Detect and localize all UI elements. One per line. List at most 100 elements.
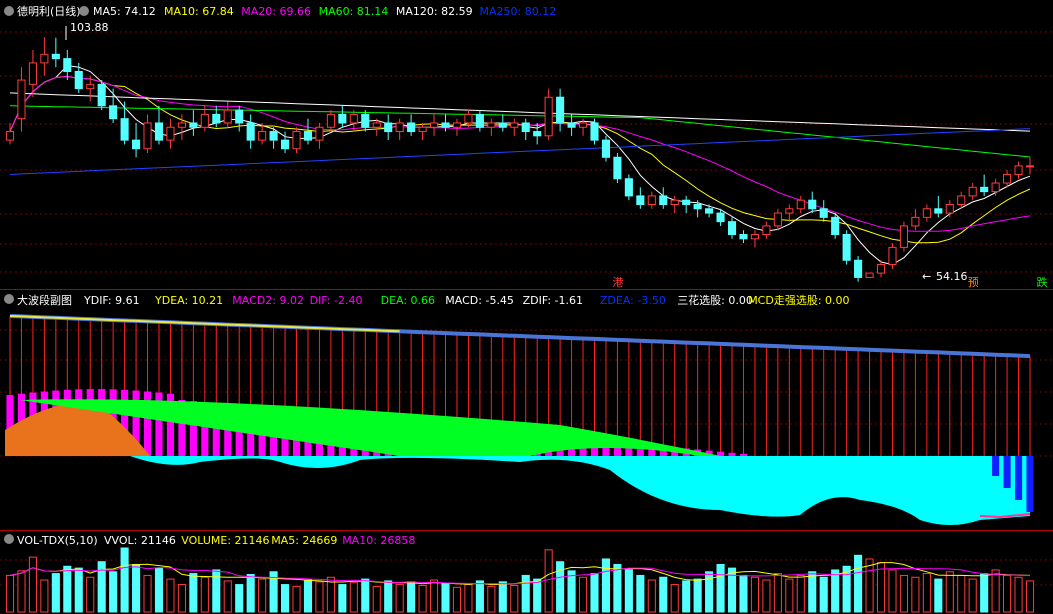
candle-body bbox=[223, 109, 232, 124]
candle-body bbox=[854, 259, 863, 278]
candle-body bbox=[533, 131, 542, 137]
candle-body bbox=[63, 58, 72, 72]
volume-bar bbox=[796, 574, 805, 613]
volume-bar bbox=[750, 576, 759, 613]
candle-body bbox=[372, 122, 381, 128]
candle-body bbox=[980, 186, 989, 193]
candle-body bbox=[212, 113, 221, 124]
candle-body bbox=[235, 109, 244, 124]
volume-bar bbox=[567, 570, 576, 613]
legend-item: VOLUME: 21146 bbox=[181, 534, 269, 547]
candle-body bbox=[670, 199, 679, 205]
candle-body bbox=[5, 131, 15, 141]
volume-bar bbox=[819, 576, 828, 613]
macd-positive-bar bbox=[739, 453, 748, 456]
volume-bar bbox=[578, 576, 588, 613]
candle-body bbox=[762, 225, 771, 236]
stock-chart[interactable]: 德明利(日线) MA5: 74.12 MA10: 67.84 MA20: 69.66… bbox=[0, 0, 1053, 614]
volume-bar bbox=[980, 573, 989, 613]
stock-title: 德明利(日线) bbox=[17, 4, 81, 18]
indicator-panel-header: 大波段副图 YDIF: 9.61 YDEA: 10.21 MACD2: 9.02 DI… bbox=[4, 293, 850, 307]
volume-bar bbox=[40, 579, 49, 613]
legend-item: VVOL: 21146 bbox=[104, 534, 176, 547]
volume-bar bbox=[86, 576, 95, 613]
legend-item: DEA: 0.66 bbox=[381, 294, 435, 307]
candle-body bbox=[326, 113, 335, 128]
volume-bar bbox=[303, 579, 313, 613]
volume-bar bbox=[659, 576, 668, 613]
panel-divider bbox=[0, 530, 1053, 531]
legend-item: YDIF: 9.61 bbox=[83, 294, 140, 307]
volume-bar bbox=[613, 563, 622, 613]
candle-body bbox=[303, 131, 313, 141]
macd-positive-bar bbox=[728, 452, 736, 456]
volume-bar bbox=[17, 570, 26, 613]
volume-bar bbox=[773, 573, 782, 613]
legend-item: YDEA: 10.21 bbox=[154, 294, 223, 307]
candle-body bbox=[441, 122, 450, 128]
volume-bar bbox=[338, 584, 347, 613]
volume-legend: VVOL: 21146 VOLUME: 21146 MA5: 24669 MA10: … bbox=[104, 534, 415, 547]
candle-body bbox=[1025, 165, 1035, 168]
volume-panel-header: VOL-TDX(5,10) VVOL: 21146 VOLUME: 21146 MA… bbox=[4, 534, 415, 547]
legend-item: MACD2: 9.02 bbox=[232, 294, 304, 307]
volume-bar bbox=[716, 563, 725, 613]
volume-bar bbox=[109, 571, 118, 613]
candle-body bbox=[647, 195, 656, 205]
candle-body bbox=[258, 131, 267, 141]
volume-bar bbox=[831, 569, 840, 613]
volume-bar bbox=[762, 579, 771, 613]
candle-body bbox=[498, 122, 507, 128]
candle-body bbox=[636, 195, 645, 205]
volume-bar bbox=[143, 574, 152, 613]
candle-body bbox=[384, 122, 393, 133]
candle-body bbox=[109, 105, 118, 120]
volume-bar bbox=[682, 580, 691, 613]
volume-bar bbox=[624, 569, 633, 613]
candle-body bbox=[968, 186, 977, 197]
volume-bar bbox=[177, 584, 186, 613]
candle-body bbox=[556, 96, 565, 124]
candle-body bbox=[154, 122, 164, 141]
volume-bar bbox=[865, 558, 874, 613]
candle-body bbox=[601, 139, 611, 158]
candle-body bbox=[349, 113, 358, 124]
candle-body bbox=[17, 79, 26, 120]
volume-bar bbox=[212, 569, 221, 613]
volume-bar bbox=[407, 581, 416, 613]
candle-body bbox=[132, 139, 141, 150]
volume-bar bbox=[1025, 580, 1035, 613]
volume-bar bbox=[739, 574, 748, 613]
volume-bar bbox=[544, 549, 553, 613]
volume-bar bbox=[693, 578, 702, 613]
panel-divider bbox=[0, 289, 1053, 290]
candle-body bbox=[705, 208, 714, 214]
legend-item: MA5: 24669 bbox=[271, 534, 337, 547]
macd-negative-bar bbox=[1026, 456, 1034, 512]
volume-bar bbox=[452, 586, 462, 613]
volume-bar bbox=[349, 582, 358, 613]
candle-body bbox=[429, 122, 439, 128]
panel-menu-icon[interactable] bbox=[4, 6, 14, 16]
volume-bar bbox=[120, 547, 129, 613]
volume-bar bbox=[258, 578, 267, 613]
legend-item: MA5: 74.12 bbox=[93, 5, 156, 18]
candle-body bbox=[957, 195, 966, 205]
candle-body bbox=[578, 122, 588, 128]
panel-menu-icon[interactable] bbox=[4, 534, 14, 544]
volume-bar bbox=[590, 573, 599, 613]
candle-body bbox=[315, 126, 324, 141]
legend-item: MA10: 26858 bbox=[342, 534, 415, 547]
candle-body bbox=[51, 53, 60, 60]
ma-settings-icon[interactable] bbox=[79, 6, 89, 16]
candle-body bbox=[395, 122, 404, 133]
volume-bar bbox=[922, 573, 931, 613]
candle-body bbox=[464, 113, 473, 124]
volume-bar bbox=[200, 576, 209, 613]
candle-body bbox=[407, 122, 416, 133]
panel-menu-icon[interactable] bbox=[4, 294, 14, 304]
legend-item: 三花选股: 0.00 bbox=[677, 294, 753, 307]
volume-bar bbox=[968, 578, 977, 613]
candle-body bbox=[97, 83, 106, 107]
candle-body bbox=[74, 70, 83, 90]
